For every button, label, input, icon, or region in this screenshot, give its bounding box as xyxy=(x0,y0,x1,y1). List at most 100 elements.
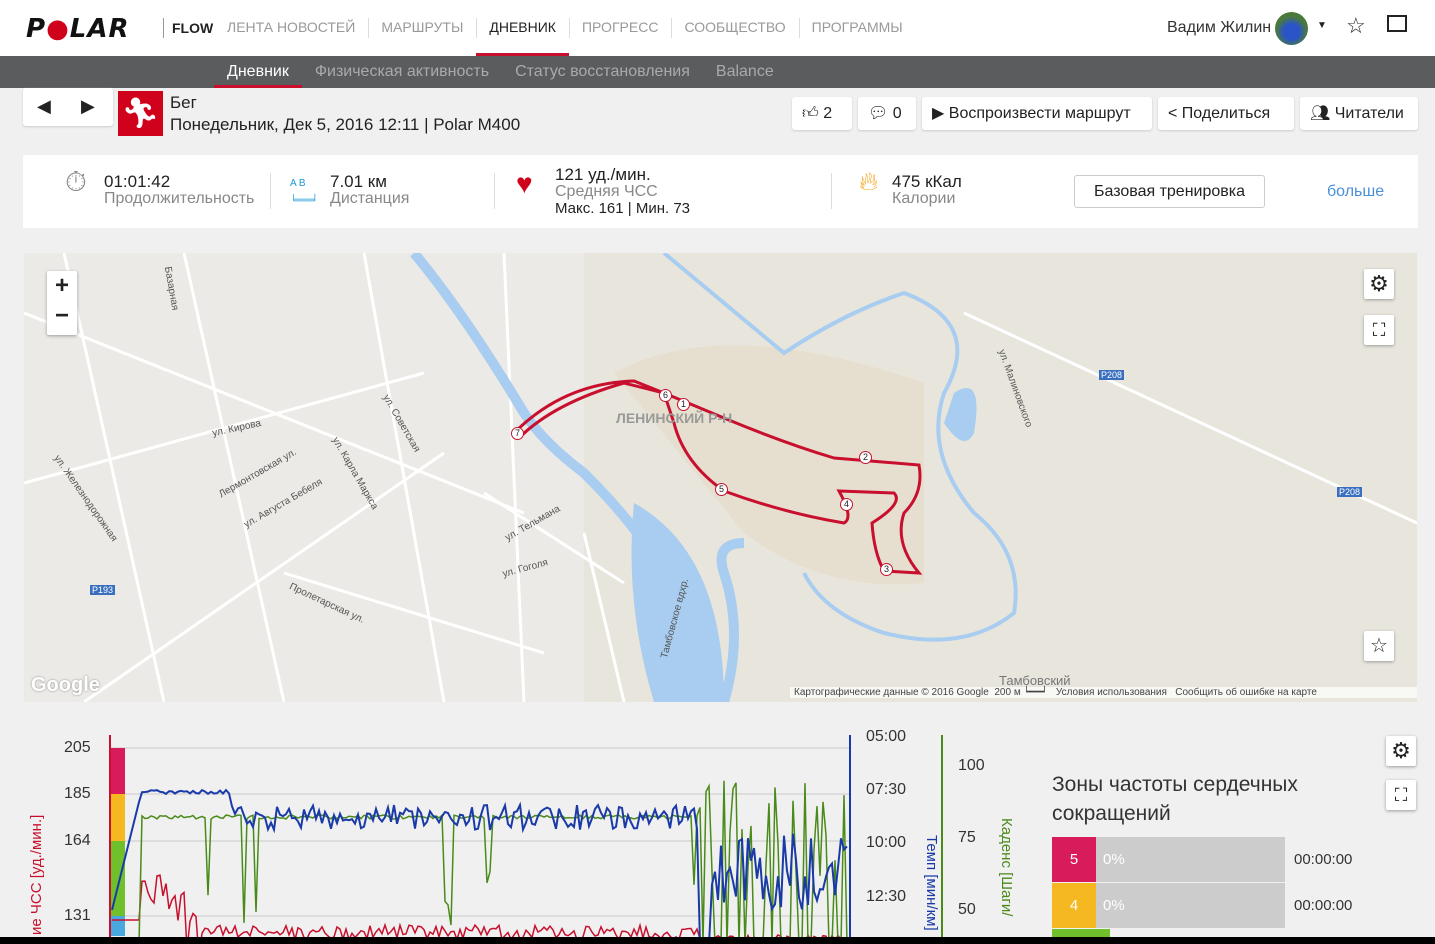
subnav-diary[interactable]: Дневник xyxy=(214,56,302,88)
stopwatch-icon: ⏱ xyxy=(65,166,87,197)
star-icon[interactable]: ☆ xyxy=(1364,631,1394,661)
hr-tick: 164 xyxy=(64,832,91,849)
distance: 7.01 км Дистанция xyxy=(330,173,409,207)
followers-button[interactable]: 👥︎ Читатели xyxy=(1300,97,1418,130)
zoom-in-button[interactable]: + xyxy=(47,271,77,301)
cadence-tick: 50 xyxy=(958,901,976,918)
duration-label: Продолжительность xyxy=(104,190,255,207)
play-icon: ▶ xyxy=(932,105,945,122)
route-marker[interactable]: 5 xyxy=(715,483,728,496)
route-marker[interactable]: 1 xyxy=(677,398,690,411)
pace-axis-label: Темп [мин/км] xyxy=(923,835,940,931)
fullscreen-icon[interactable]: ⛶ xyxy=(1364,315,1394,345)
polar-logo[interactable]: P●LAR xyxy=(26,14,129,44)
zone-time: 00:00:00 xyxy=(1294,851,1353,868)
report-link[interactable]: Сообщить об ошибке на карте xyxy=(1175,687,1317,698)
zones-title: Зоны частоты сердечных сокращений xyxy=(1052,773,1298,825)
subnav-balance[interactable]: Balance xyxy=(703,56,787,88)
zone-time: 00:00:00 xyxy=(1294,897,1353,914)
nav-community[interactable]: СООБЩЕСТВО xyxy=(671,0,798,56)
zone-percent: 0% xyxy=(1103,897,1125,914)
hr-tick: 131 xyxy=(64,907,91,924)
nav-routes[interactable]: МАРШРУТЫ xyxy=(368,0,476,56)
zone-percent: 0% xyxy=(1103,851,1125,868)
heart-icon: ♥ xyxy=(516,168,533,199)
zone-number: 4 xyxy=(1052,883,1096,928)
zoom-out-button[interactable]: − xyxy=(47,301,77,331)
route-marker[interactable]: 3 xyxy=(880,563,893,576)
fullscreen-icon[interactable]: ⛶ xyxy=(1386,780,1416,810)
nav-progress[interactable]: ПРОГРЕСС xyxy=(568,0,671,56)
running-icon: 🏃︎ xyxy=(118,91,163,136)
avatar[interactable] xyxy=(1275,12,1308,45)
hr-label: Средняя ЧСС xyxy=(555,183,658,200)
distance-label: Дистанция xyxy=(330,190,410,207)
nav-diary[interactable]: ДНЕВНИК xyxy=(476,0,569,56)
nav-programs[interactable]: ПРОГРАММЫ xyxy=(798,0,916,56)
zone2-band xyxy=(110,916,125,936)
distance-icon: A B ╘══╛ xyxy=(290,175,318,209)
calories-value: 475 кКал xyxy=(892,172,962,191)
hr-minmax: Макс. 161 | Мин. 73 xyxy=(555,200,691,217)
road-badge: P208 xyxy=(1337,487,1363,497)
gear-icon[interactable]: ⚙ xyxy=(1386,736,1416,766)
hr-axis-label: ие ЧСС [уд./мин.] xyxy=(28,814,45,935)
cadence-axis-label: Каденс [Шаги/ xyxy=(998,818,1015,917)
divider xyxy=(831,173,832,209)
message-icon[interactable] xyxy=(1387,15,1407,32)
place-label: Тамбовский xyxy=(999,673,1071,688)
cadence-tick: 75 xyxy=(958,829,976,846)
training-benefit-button[interactable]: Базовая тренировка xyxy=(1074,175,1265,208)
next-arrow-icon[interactable]: ▶ xyxy=(81,96,95,117)
route-marker[interactable]: 4 xyxy=(840,498,853,511)
subnav-recovery[interactable]: Статус восстановления xyxy=(502,56,703,88)
hr-tick: 205 xyxy=(64,739,91,756)
comment-button[interactable]: 💬︎ 0 xyxy=(858,97,916,130)
terms-link[interactable]: Условия использования xyxy=(1056,687,1167,698)
hr-tick: 185 xyxy=(64,785,91,802)
cadence-series xyxy=(112,780,848,944)
zoom-controls: + − xyxy=(47,271,77,335)
route-map[interactable]: ЛЕНИНСКИЙ Р-Н ул. Кирова Лермонтовская у… xyxy=(24,253,1417,702)
session-nav: ◀ ▶ xyxy=(23,88,113,126)
pace-tick: 07:30 xyxy=(866,781,907,798)
cadence-tick: 100 xyxy=(958,757,985,774)
chart-svg xyxy=(109,735,943,944)
attribution: Картографические данные © 2016 Google xyxy=(794,687,989,698)
zone3-band xyxy=(110,841,125,916)
zone5-band xyxy=(110,748,125,794)
like-button[interactable]: 👍︎ 2 xyxy=(792,97,852,130)
flame-icon: 🔥︎ xyxy=(859,166,879,196)
nav-news[interactable]: ЛЕНТА НОВОСТЕЙ xyxy=(214,0,368,56)
share-button[interactable]: < Поделиться xyxy=(1158,97,1294,130)
share-icon: < xyxy=(1168,105,1178,122)
sub-nav: Дневник Физическая активность Статус вос… xyxy=(0,56,1435,88)
google-logo: Google xyxy=(31,674,100,696)
subnav-activity[interactable]: Физическая активность xyxy=(302,56,502,88)
route-marker[interactable]: 6 xyxy=(659,389,672,402)
map-scale: 200 м xyxy=(994,687,1021,698)
zone-number: 5 xyxy=(1052,837,1096,882)
user-name[interactable]: Вадим Жилин xyxy=(1167,19,1271,37)
star-icon[interactable]: ☆ xyxy=(1346,13,1366,39)
comment-icon: 💬︎ xyxy=(868,105,889,122)
road-badge: P208 xyxy=(1099,370,1125,380)
flow-label: FLOW xyxy=(163,18,213,38)
zone4-band xyxy=(110,794,125,841)
road-badge: P193 xyxy=(90,585,116,595)
more-link[interactable]: больше xyxy=(1327,183,1384,201)
zone-row-5: 5 0% xyxy=(1052,837,1285,882)
gear-icon[interactable]: ⚙ xyxy=(1364,269,1394,299)
session-details: Понедельник, Дек 5, 2016 12:11 | Polar M… xyxy=(170,115,521,134)
prev-arrow-icon[interactable]: ◀ xyxy=(37,96,51,117)
route-marker[interactable]: 7 xyxy=(511,427,524,440)
summary-card: ⏱ 01:01:42 Продолжительность A B ╘══╛ 7.01… xyxy=(23,155,1418,228)
route-marker[interactable]: 2 xyxy=(859,451,872,464)
pace-tick: 10:00 xyxy=(866,834,907,851)
duration: 01:01:42 Продолжительность xyxy=(104,173,254,207)
pace-tick: 12:30 xyxy=(866,888,907,905)
chevron-down-icon[interactable]: ▼ xyxy=(1317,20,1327,31)
calories-label: Калории xyxy=(892,190,956,207)
replay-route-button[interactable]: ▶ Воспроизвести маршрут xyxy=(922,97,1152,130)
screen-edge xyxy=(0,937,1435,944)
